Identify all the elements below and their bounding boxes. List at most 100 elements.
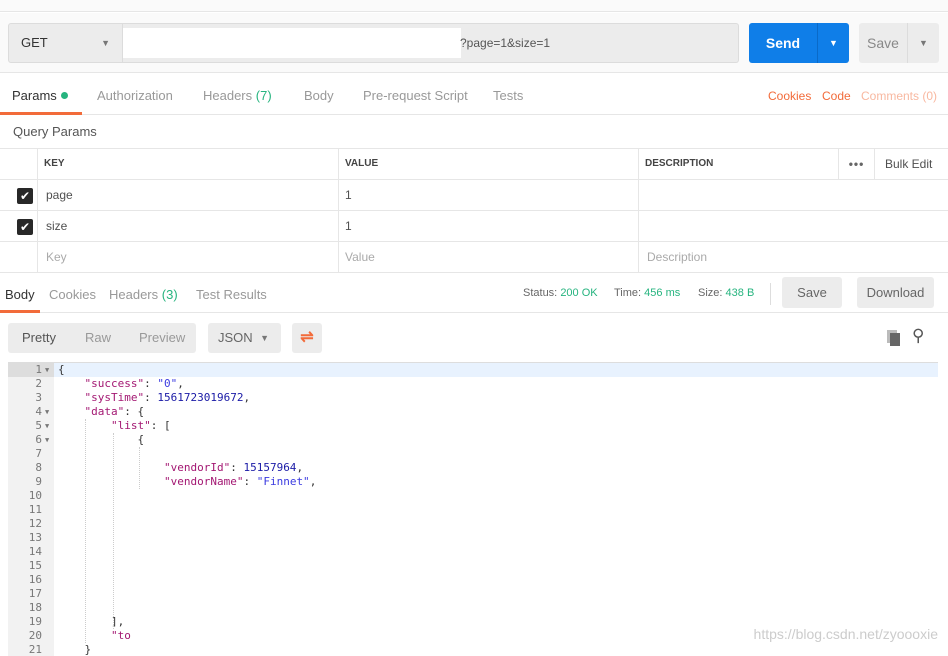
tab-authorization[interactable]: Authorization (97, 74, 173, 118)
code-line: 17 (8, 587, 938, 601)
line-number: 16 (28, 573, 42, 586)
value-cell[interactable]: 1 (338, 211, 638, 241)
line-number: 15 (28, 559, 42, 572)
code-line: 11 (8, 503, 938, 517)
code-text: "data": { (84, 405, 145, 418)
key-header: KEY (37, 149, 338, 179)
line-number: 4 (35, 405, 42, 418)
preview-button[interactable]: Preview (139, 323, 185, 353)
raw-button[interactable]: Raw (85, 323, 111, 353)
checkbox-checked-icon[interactable]: ✔ (17, 219, 33, 235)
description-cell[interactable] (638, 211, 948, 241)
tab-label: Headers (109, 287, 159, 302)
chevron-down-icon: ▼ (260, 333, 269, 343)
code-link[interactable]: Code (822, 74, 851, 118)
tab-tests[interactable]: Tests (493, 74, 523, 118)
top-strip (0, 0, 948, 12)
line-number: 17 (28, 587, 42, 600)
response-editor[interactable]: 1 ▼{2 "success": "0", 3 "sysTime": 1561723… (8, 362, 938, 656)
query-params-title: Query Params (13, 124, 97, 139)
code-line: 9 "vendorName": "Finnet", (8, 475, 938, 489)
response-tabs: Body Cookies Headers (3) Test Results St… (0, 272, 948, 313)
code-text: "vendorName": "Finnet", (163, 475, 317, 488)
time-value: 456 ms (644, 287, 681, 299)
tab-body[interactable]: Body (304, 74, 334, 118)
code-text: ], (58, 615, 125, 628)
save-label: Save (867, 35, 899, 51)
code-text: "to (110, 629, 131, 642)
table-row: ✔ size 1 (0, 211, 948, 242)
code-line: 13 (8, 531, 938, 545)
url-input[interactable]: ?page=1&size=1 (123, 23, 739, 63)
table-header: KEY VALUE DESCRIPTION ••• Bulk Edit (0, 149, 948, 180)
value-input[interactable]: Value (338, 242, 638, 272)
value-cell[interactable]: 1 (338, 180, 638, 210)
params-table: KEY VALUE DESCRIPTION ••• Bulk Edit ✔ pa… (0, 148, 948, 273)
tab-headers[interactable]: Headers (7) (203, 74, 272, 118)
copy-icon[interactable] (887, 330, 901, 346)
line-number: 9 (35, 475, 42, 488)
active-tab-underline (0, 310, 40, 313)
send-label: Send (765, 35, 801, 51)
line-number: 19 (28, 615, 42, 628)
line-number: 14 (28, 545, 42, 558)
size-label: Size: (698, 287, 723, 299)
tab-response-cookies[interactable]: Cookies (49, 273, 96, 317)
code-line: 14 (8, 545, 938, 559)
description-input[interactable]: Description (638, 242, 948, 272)
line-number: 10 (28, 489, 42, 502)
save-button[interactable]: Save ▼ (859, 23, 939, 63)
send-button[interactable]: Send ▼ (749, 23, 849, 63)
code-line: 5 ▼ "list": [ (8, 419, 938, 433)
code-line: 15 (8, 559, 938, 573)
code-text: "sysTime": 1561723019672, (84, 391, 251, 404)
checkbox-checked-icon[interactable]: ✔ (17, 188, 33, 204)
save-response-button[interactable]: Save (782, 277, 842, 308)
code-line: 18 (8, 601, 938, 615)
save-dropdown-icon[interactable]: ▼ (907, 23, 939, 63)
key-cell[interactable]: size (37, 211, 338, 241)
more-icon[interactable]: ••• (838, 149, 874, 179)
line-number: 7 (35, 447, 42, 460)
indent-guide (139, 447, 140, 489)
code-line: 16 (8, 573, 938, 587)
key-input[interactable]: Key (37, 242, 338, 272)
indent-guide (85, 419, 86, 643)
tab-test-results[interactable]: Test Results (196, 273, 267, 317)
value-header: VALUE (338, 149, 638, 179)
search-icon[interactable]: ⚲ (912, 326, 924, 346)
format-label: JSON (218, 330, 253, 345)
description-cell[interactable] (638, 180, 948, 210)
fold-arrow-icon[interactable]: ▼ (45, 419, 49, 433)
bulk-edit-button[interactable]: Bulk Edit (874, 149, 948, 179)
code-text: "vendorId": 15157964, (163, 461, 304, 474)
view-mode-toggle: Pretty Raw Preview (8, 323, 196, 353)
code-line: 2 "success": "0", (8, 377, 938, 391)
line-number: 12 (28, 517, 42, 530)
format-select[interactable]: JSON ▼ (208, 323, 281, 353)
send-dropdown-icon[interactable]: ▼ (817, 23, 849, 63)
active-tab-underline (0, 112, 82, 115)
chevron-down-icon: ▼ (101, 38, 110, 48)
fold-arrow-icon[interactable]: ▼ (45, 405, 49, 419)
line-number: 18 (28, 601, 42, 614)
tab-pre-request-script[interactable]: Pre-request Script (363, 74, 468, 118)
pretty-button[interactable]: Pretty (22, 323, 56, 353)
fold-arrow-icon[interactable]: ▼ (45, 433, 49, 447)
cookies-link[interactable]: Cookies (768, 74, 811, 118)
code-line: 4 ▼ "data": { (8, 405, 938, 419)
wrap-lines-icon[interactable]: ⇌ (292, 323, 322, 353)
fold-arrow-icon[interactable]: ▼ (45, 363, 49, 377)
download-button[interactable]: Download (857, 277, 934, 308)
comments-link[interactable]: Comments (0) (861, 74, 937, 118)
line-number: 8 (35, 461, 42, 474)
code-line: 8 "vendorId": 15157964, (8, 461, 938, 475)
code-text: { (58, 433, 145, 446)
method-select[interactable]: GET ▼ (8, 23, 123, 63)
size: Size: 438 B (698, 273, 754, 313)
key-cell[interactable]: page (37, 180, 338, 210)
code-line: 10 (8, 489, 938, 503)
line-number: 6 (35, 433, 42, 446)
line-number: 1 (35, 363, 42, 376)
tab-response-headers[interactable]: Headers (3) (109, 273, 178, 317)
